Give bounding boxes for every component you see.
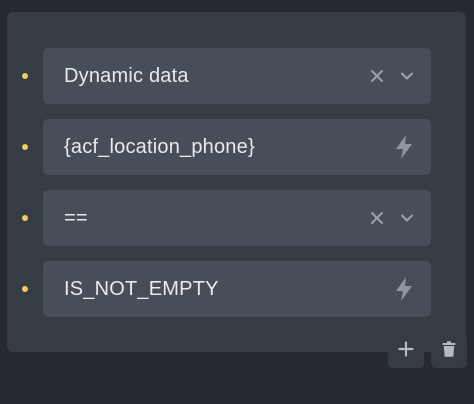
compare-value-input[interactable]: IS_NOT_EMPTY bbox=[43, 261, 431, 317]
bullet-dot bbox=[22, 215, 28, 221]
select-value: Dynamic data bbox=[64, 65, 189, 87]
dynamic-data-select[interactable]: Dynamic data bbox=[43, 48, 431, 104]
bolt-icon[interactable] bbox=[391, 119, 417, 175]
dynamic-tag-input[interactable]: {acf_location_phone} bbox=[43, 119, 431, 175]
chevron-down-icon[interactable] bbox=[397, 190, 417, 246]
input-value: {acf_location_phone} bbox=[64, 136, 255, 158]
compare-operator-select[interactable]: == bbox=[43, 190, 431, 246]
close-icon[interactable] bbox=[367, 190, 387, 246]
add-condition-button[interactable] bbox=[388, 334, 424, 368]
plus-icon bbox=[398, 340, 414, 362]
delete-group-button[interactable] bbox=[431, 334, 467, 368]
condition-row: Dynamic data bbox=[7, 48, 466, 104]
close-icon[interactable] bbox=[367, 48, 387, 104]
bullet-dot bbox=[22, 144, 28, 150]
condition-row: == bbox=[7, 190, 466, 246]
condition-row: {acf_location_phone} bbox=[7, 119, 466, 175]
bullet-dot bbox=[22, 73, 28, 79]
condition-row: IS_NOT_EMPTY bbox=[7, 261, 466, 317]
bullet-dot bbox=[22, 286, 28, 292]
bolt-icon[interactable] bbox=[391, 261, 417, 317]
input-value: IS_NOT_EMPTY bbox=[64, 278, 219, 300]
condition-group-panel: Dynamic data {acf_location_phone} == IS_… bbox=[7, 12, 466, 352]
chevron-down-icon[interactable] bbox=[397, 48, 417, 104]
select-value: == bbox=[64, 207, 88, 229]
trash-icon bbox=[442, 340, 456, 362]
